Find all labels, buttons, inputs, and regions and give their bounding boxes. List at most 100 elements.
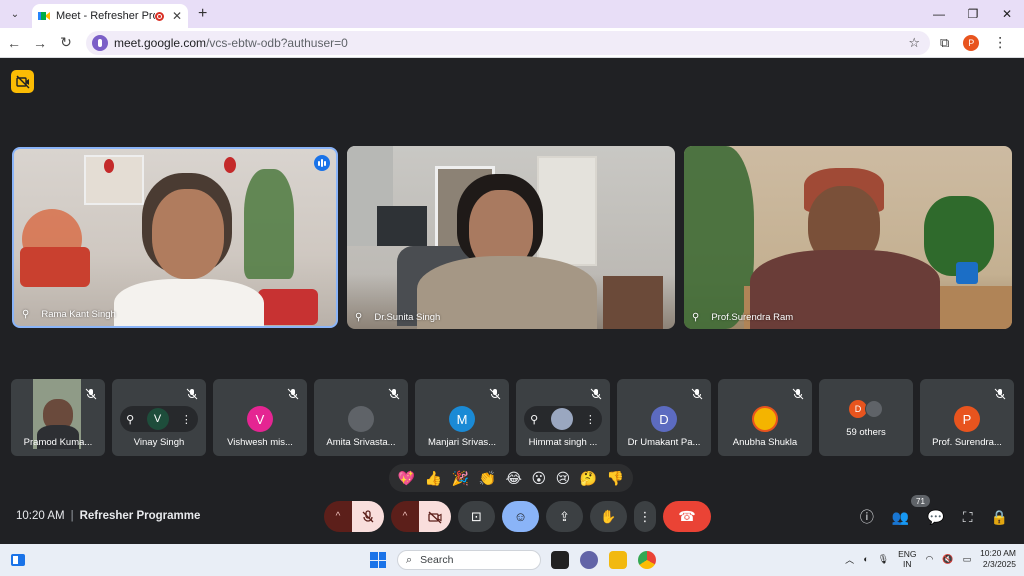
- captions-icon: ⊡: [471, 508, 482, 524]
- tab-search-chevron-icon[interactable]: ⌄: [4, 3, 26, 25]
- pin-icon[interactable]: ⚲: [692, 312, 699, 323]
- extensions-puzzle-icon[interactable]: ⧉: [940, 35, 949, 51]
- leave-call-button[interactable]: ☎: [663, 501, 711, 532]
- camera-off-badge-icon[interactable]: [11, 70, 34, 93]
- tab-close-icon[interactable]: ✕: [172, 9, 182, 23]
- window-close-icon[interactable]: ✕: [990, 0, 1024, 28]
- chrome-taskbar-icon[interactable]: [638, 551, 656, 569]
- lang-line-1: ENG: [898, 549, 917, 559]
- mic-options-chevron-icon[interactable]: ^: [324, 501, 352, 532]
- activities-icon[interactable]: ⛶: [963, 509, 973, 526]
- participant-tile-1[interactable]: Pramod Kuma...: [11, 379, 105, 456]
- task-view-icon[interactable]: [551, 551, 569, 569]
- reaction-laugh[interactable]: 😂: [506, 470, 522, 487]
- featured-video-tile-1[interactable]: ⚲ Rama Kant Singh: [12, 147, 338, 328]
- participant-tile-2[interactable]: ⚲ V ⋮ Vinay Singh: [112, 379, 206, 456]
- participant-name: Pramod Kuma...: [23, 437, 93, 448]
- pin-icon[interactable]: ⚲: [355, 312, 362, 323]
- browser-tab[interactable]: Meet - Refresher Programme ✕: [32, 4, 188, 28]
- muted-mic-icon: [691, 388, 703, 400]
- file-explorer-icon[interactable]: [609, 551, 627, 569]
- omnibox[interactable]: meet.google.com/vcs-ebtw-odb?authuser=0 …: [86, 30, 930, 55]
- wifi-icon[interactable]: ◠: [925, 554, 933, 565]
- new-tab-plus-icon[interactable]: +: [198, 5, 207, 23]
- meeting-time: 10:20 AM: [16, 510, 65, 522]
- more-options-button[interactable]: ⋮: [634, 501, 656, 532]
- url-path: /vcs-ebtw-odb?authuser=0: [206, 35, 348, 50]
- participant-tile-10[interactable]: P Prof. Surendra...: [920, 379, 1014, 456]
- reaction-thumbs-down[interactable]: 👎: [607, 470, 624, 487]
- captions-button[interactable]: ⊡: [458, 501, 495, 532]
- address-bar-row: ← → ↻ meet.google.com/vcs-ebtw-odb?authu…: [0, 28, 1024, 58]
- window-controls: — ❐ ✕: [922, 0, 1024, 28]
- pin-icon[interactable]: ⚲: [126, 413, 134, 426]
- bookmark-star-icon[interactable]: ☆: [908, 35, 920, 51]
- participant-tile-3[interactable]: V Vishwesh mis...: [213, 379, 307, 456]
- teams-chat-icon[interactable]: [580, 551, 598, 569]
- windows-start-icon[interactable]: [370, 552, 386, 568]
- raise-hand-button[interactable]: ✋: [590, 501, 627, 532]
- muted-mic-icon: [994, 388, 1006, 400]
- language-indicator[interactable]: ENG IN: [898, 549, 916, 569]
- microphone-tray-icon[interactable]: 🎙: [878, 554, 889, 565]
- browser-menu-icon[interactable]: ⋮: [993, 34, 1007, 51]
- tray-app-icon[interactable]: ◐: [863, 554, 868, 564]
- featured-video-tile-2[interactable]: ⚲ Dr.Sunita Singh: [347, 146, 675, 329]
- people-icon[interactable]: 👥: [892, 509, 909, 526]
- widgets-icon[interactable]: [10, 552, 26, 568]
- volume-muted-icon[interactable]: 🔇: [942, 554, 953, 565]
- tray-overflow-chevron-icon[interactable]: ︿: [845, 553, 854, 566]
- reload-icon[interactable]: ↻: [54, 34, 78, 51]
- url-text: meet.google.com/vcs-ebtw-odb?authuser=0: [114, 36, 908, 50]
- forward-arrow-icon[interactable]: →: [28, 35, 52, 51]
- clock-date[interactable]: 10:20 AM 2/3/2025: [980, 548, 1016, 570]
- emoji-reactions-button[interactable]: ☺: [502, 501, 539, 532]
- back-arrow-icon[interactable]: ←: [2, 35, 26, 51]
- system-tray: ︿ ◐ 🎙 ENG IN ◠ 🔇 ▭ 10:20 AM 2/3/2025: [845, 548, 1016, 570]
- featured-video-tile-3[interactable]: ⚲ Prof.Surendra Ram: [684, 146, 1012, 329]
- reaction-thinking[interactable]: 🤔: [580, 470, 597, 487]
- present-screen-button[interactable]: ⇪: [546, 501, 583, 532]
- more-vert-icon: ⋮: [638, 508, 652, 524]
- camera-off-button[interactable]: [419, 501, 451, 532]
- camera-options-chevron-icon[interactable]: ^: [391, 501, 419, 532]
- participant-tile-8[interactable]: Anubha Shukla: [718, 379, 812, 456]
- muted-mic-icon: [590, 388, 602, 400]
- more-options-icon[interactable]: ⋮: [585, 413, 596, 426]
- mic-off-button[interactable]: [352, 501, 384, 532]
- reaction-sad[interactable]: 😢: [556, 470, 571, 487]
- reaction-surprised[interactable]: 😮: [532, 470, 547, 487]
- participant-tile-4[interactable]: Amita Srivasta...: [314, 379, 408, 456]
- participant-tile-7[interactable]: D Dr Umakant Pa...: [617, 379, 711, 456]
- taskbar-search-box[interactable]: ⌕ Search: [397, 550, 541, 570]
- battery-icon[interactable]: ▭: [963, 554, 972, 565]
- restore-icon[interactable]: ❐: [956, 0, 990, 28]
- minimize-icon[interactable]: —: [922, 0, 956, 28]
- reaction-party[interactable]: 🎉: [452, 470, 469, 487]
- end-call-icon: ☎: [678, 508, 696, 524]
- participant-tile-6[interactable]: ⚲ ⋮ Himmat singh ...: [516, 379, 610, 456]
- participant-name: Anubha Shukla: [732, 437, 798, 448]
- reaction-heart[interactable]: 💖: [398, 470, 415, 487]
- present-icon: ⇪: [559, 508, 570, 524]
- meet-stage: ⚲ Rama Kant Singh ⚲ Dr.Sunita Singh ⚲ Prof.…: [0, 58, 1024, 544]
- profile-avatar[interactable]: P: [963, 34, 980, 51]
- speaking-indicator-icon: [314, 155, 330, 171]
- pin-icon[interactable]: ⚲: [530, 413, 538, 426]
- camera-off-icon: [428, 511, 442, 523]
- site-info-icon[interactable]: [92, 34, 108, 51]
- participant-avatar: V: [146, 408, 169, 430]
- reaction-thumbs-up[interactable]: 👍: [425, 470, 442, 487]
- chat-icon[interactable]: 💬: [927, 509, 944, 526]
- participant-name: Vinay Singh: [133, 437, 185, 448]
- search-placeholder: Search: [420, 554, 454, 566]
- hand-icon: ✋: [600, 508, 617, 524]
- info-icon[interactable]: ⓘ: [860, 507, 874, 527]
- reaction-clap[interactable]: 👏: [479, 470, 496, 487]
- others-tile[interactable]: D 59 others: [819, 379, 913, 456]
- smiley-icon: ☺: [513, 509, 528, 524]
- participant-tile-5[interactable]: M Manjari Srivas...: [415, 379, 509, 456]
- host-controls-lock-icon[interactable]: 🔒: [991, 509, 1008, 526]
- pin-icon[interactable]: ⚲: [22, 309, 29, 320]
- more-options-icon[interactable]: ⋮: [181, 413, 192, 426]
